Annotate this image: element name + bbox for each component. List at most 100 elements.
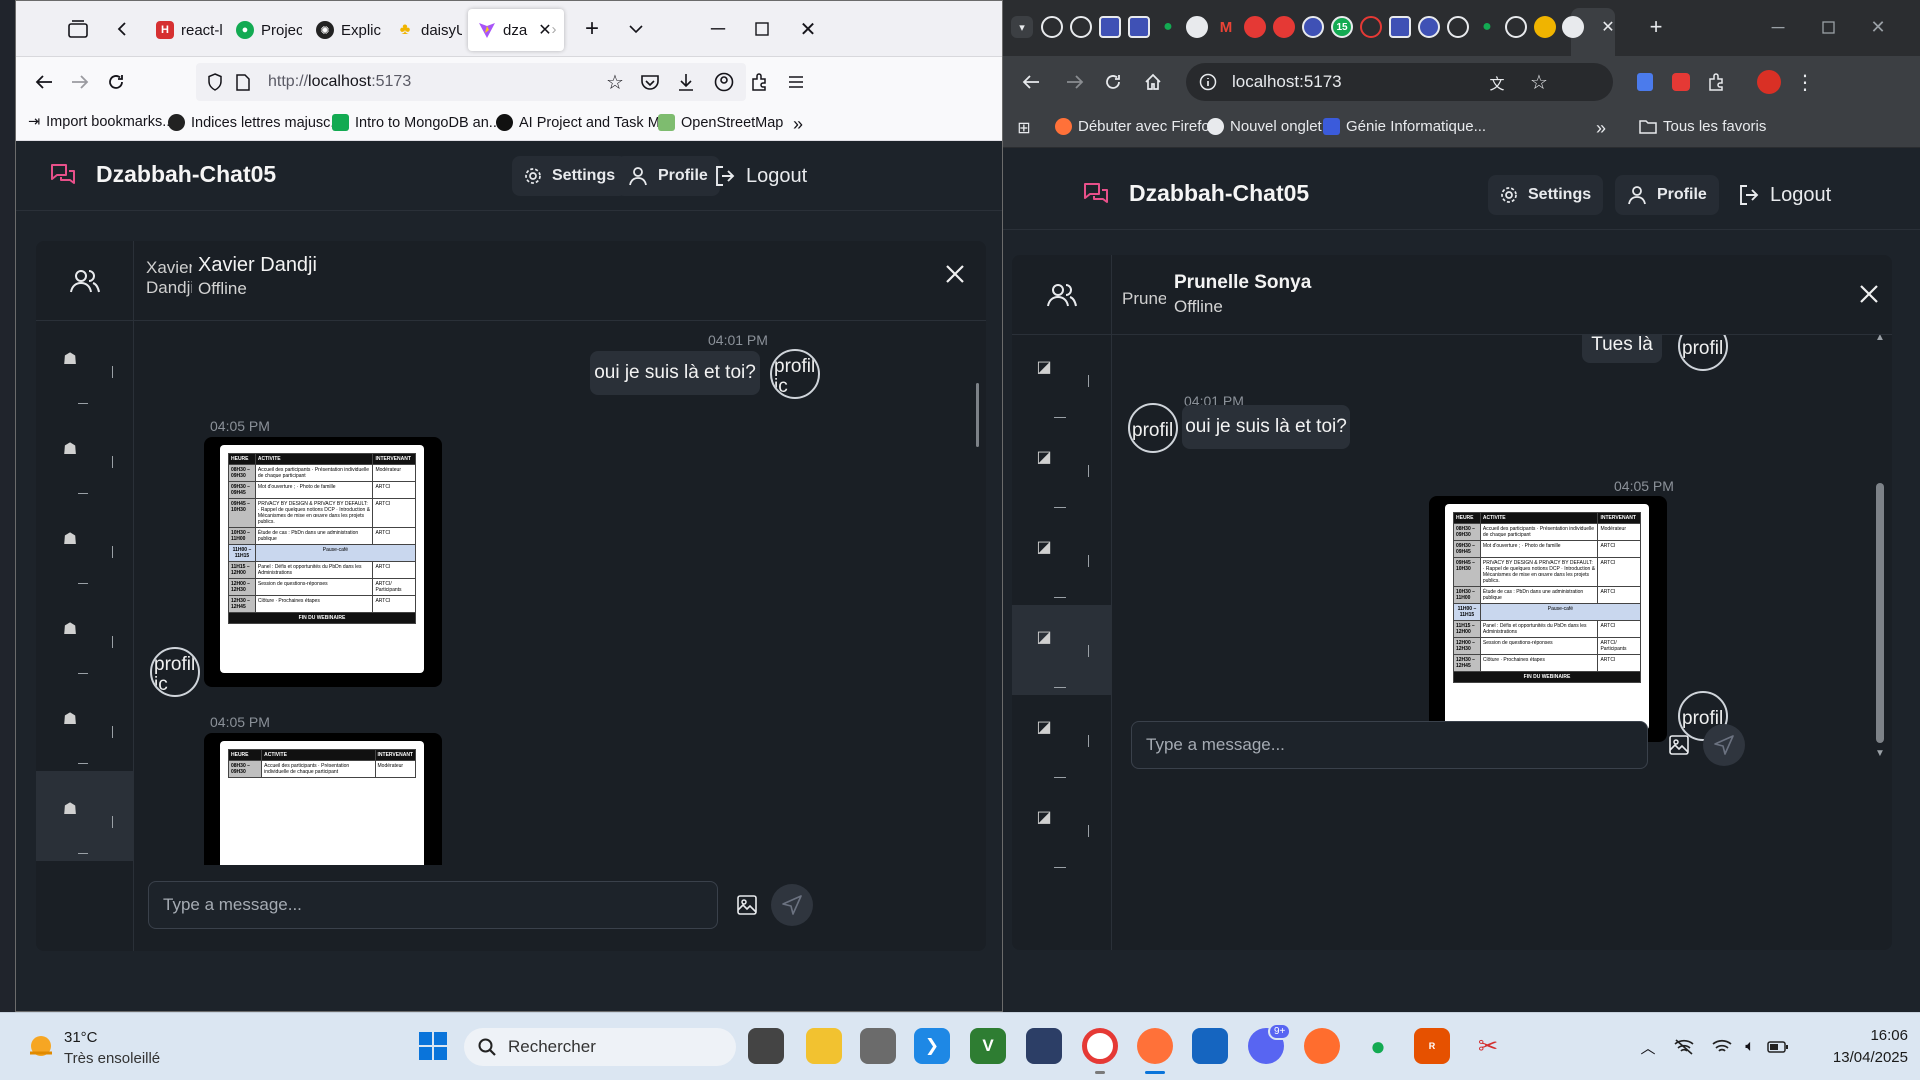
tab-favicon-icon[interactable] [1505,16,1527,38]
page-icon[interactable] [232,71,254,93]
home-icon[interactable] [1139,68,1167,96]
contact-item[interactable]: ◪ [1012,425,1112,515]
tab-overview-icon[interactable] [64,15,92,43]
schedule-image[interactable]: HEURE ACTIVITE INTERVENANT 08H30 – 09H30 Ac… [1445,504,1649,730]
clock-date[interactable]: 13/04/2025 [1812,1049,1908,1066]
bookmark-nouvel-onglet[interactable]: Nouvel onglet [1207,118,1322,135]
vscode-icon[interactable]: ❯ [914,1028,950,1064]
contact-item-selected[interactable]: ☗ [36,771,134,861]
github-icon[interactable] [1562,16,1584,38]
send-button[interactable] [1703,724,1745,766]
tab-favicon-icon[interactable]: ● [1476,16,1498,38]
extensions-puzzle-icon[interactable] [1703,68,1731,96]
downloads-icon[interactable] [672,68,700,96]
account-icon[interactable] [710,68,738,96]
bookmark-mongodb[interactable]: Intro to MongoDB an... [332,114,501,131]
schedule-image[interactable]: HEURE ACTIVITE INTERVENANT 08H30 – 09H30 Ac… [220,741,424,865]
mongodb-compass-icon[interactable]: ● [1360,1028,1396,1064]
weather-description[interactable]: Très ensoleillé [64,1050,160,1067]
github-icon[interactable] [1186,16,1208,38]
send-button[interactable] [771,884,813,926]
battery-icon[interactable] [1766,1035,1790,1059]
taskbar-search[interactable]: Rechercher [464,1028,736,1066]
more-menu-icon[interactable]: ⋮ [1791,68,1819,96]
attach-image-button[interactable] [1658,724,1700,766]
contact-item[interactable]: ☗ [36,501,134,591]
network-off-icon[interactable] [1672,1035,1696,1059]
bookmark-star-icon[interactable]: ☆ [1528,71,1550,94]
bookmark-genie-informatique[interactable]: Génie Informatique... [1323,118,1486,135]
contact-item[interactable]: ◪ [1012,515,1112,605]
forward-arrow-icon[interactable] [1061,68,1089,96]
minimize-icon[interactable]: ─ [1765,14,1791,40]
file-explorer-icon[interactable] [806,1028,842,1064]
new-tab-icon[interactable]: + [1643,14,1669,40]
tab-close-icon[interactable]: ✕ [1597,16,1619,38]
image-message-bubble[interactable]: HEURE ACTIVITE INTERVENANT 08H30 – 09H30 Ac… [204,733,442,865]
contact-item-selected[interactable]: ◪ [1012,605,1112,695]
contact-item[interactable]: ◪ [1012,335,1112,425]
windows-start-icon[interactable] [418,1031,450,1063]
task-view-icon[interactable] [748,1028,784,1064]
back-arrow-icon[interactable] [30,68,58,96]
minimize-icon[interactable]: ─ [704,15,732,43]
contact-item[interactable]: ☗ [36,591,134,681]
attach-image-button[interactable] [726,884,768,926]
notepad-icon[interactable] [1192,1028,1228,1064]
chrome-icon[interactable] [1082,1028,1118,1064]
brand[interactable]: Dzabbah-Chat05 [1083,180,1309,207]
profile-avatar-icon[interactable] [1755,68,1783,96]
translate-icon[interactable]: 文 [1486,72,1508,94]
logout-button[interactable]: Logout [702,156,819,196]
apps-grid-icon[interactable]: ⊞ [1013,117,1035,139]
tab-favicon-icon[interactable] [1302,16,1324,38]
tab-favicon-icon[interactable] [1418,16,1440,38]
postman-icon[interactable] [1304,1028,1340,1064]
menu-hamburger-icon[interactable] [782,68,810,96]
show-hidden-icons-chevron-icon[interactable]: ︿ [1636,1035,1660,1059]
forward-arrow-icon[interactable] [66,68,94,96]
bookmark-indices[interactable]: Indices lettres majusc... [168,114,343,131]
contact-item[interactable]: ◪ [1012,695,1112,785]
scroll-up-icon[interactable]: ▲ [1874,335,1886,343]
tab-favicon-icon[interactable] [1360,16,1382,38]
extension-icon[interactable] [1631,68,1659,96]
tab-react[interactable]: Hreact-l [146,9,222,51]
contact-item[interactable]: ◪ [1012,785,1112,875]
tab-favicon-icon[interactable] [1070,16,1092,38]
logout-button[interactable]: Logout [1726,175,1843,215]
maximize-icon[interactable] [1815,14,1841,40]
bookmark-debuter-firefox[interactable]: Débuter avec Firefox [1055,118,1217,135]
close-chat-icon[interactable] [1856,281,1882,307]
settings-button[interactable]: Settings [1488,175,1604,215]
close-window-icon[interactable]: ✕ [794,15,822,43]
bookmark-star-icon[interactable]: ☆ [604,71,626,94]
extensions-icon[interactable] [746,68,774,96]
gmail-icon[interactable]: M [1215,16,1237,38]
tab-favicon-icon[interactable] [1041,16,1063,38]
settings-button[interactable]: Settings [512,156,628,196]
pocket-icon[interactable] [636,68,664,96]
new-tab-icon[interactable]: + [578,15,606,43]
contact-item[interactable]: ☗ [36,411,134,501]
close-window-icon[interactable]: ✕ [1865,14,1891,40]
weather-sun-icon[interactable] [24,1029,58,1063]
tab-favicon-icon[interactable]: 15 [1331,16,1353,38]
tab-daisyui[interactable]: ♣ daisyU [386,9,462,51]
message-input[interactable]: Type a message... [1131,721,1648,769]
image-message-bubble[interactable]: HEURE ACTIVITE INTERVENANT 08H30 – 09H30 Ac… [204,437,442,687]
site-info-icon[interactable] [1198,72,1218,92]
contact-item[interactable]: ☗ [36,321,134,411]
tab-favicon-icon[interactable] [1099,16,1121,38]
tab-scroll-left-icon[interactable] [108,15,136,43]
scroll-down-icon[interactable]: ▼ [1874,747,1886,759]
bookmark-import[interactable]: ⇥ Import bookmarks... [28,114,174,130]
schedule-image[interactable]: HEURE ACTIVITE INTERVENANT 08H30 – 09H30 Ac… [220,445,424,673]
tab-explication[interactable]: ✺ Explic [306,9,382,51]
bookmark-openstreetmap[interactable]: OpenStreetMap [658,114,783,131]
wifi-icon[interactable] [1710,1035,1734,1059]
app-icon[interactable]: V [970,1028,1006,1064]
all-bookmarks[interactable]: Tous les favoris [1639,118,1766,135]
tab-favicon-icon[interactable] [1244,16,1266,38]
firefox-icon[interactable] [1137,1028,1173,1064]
